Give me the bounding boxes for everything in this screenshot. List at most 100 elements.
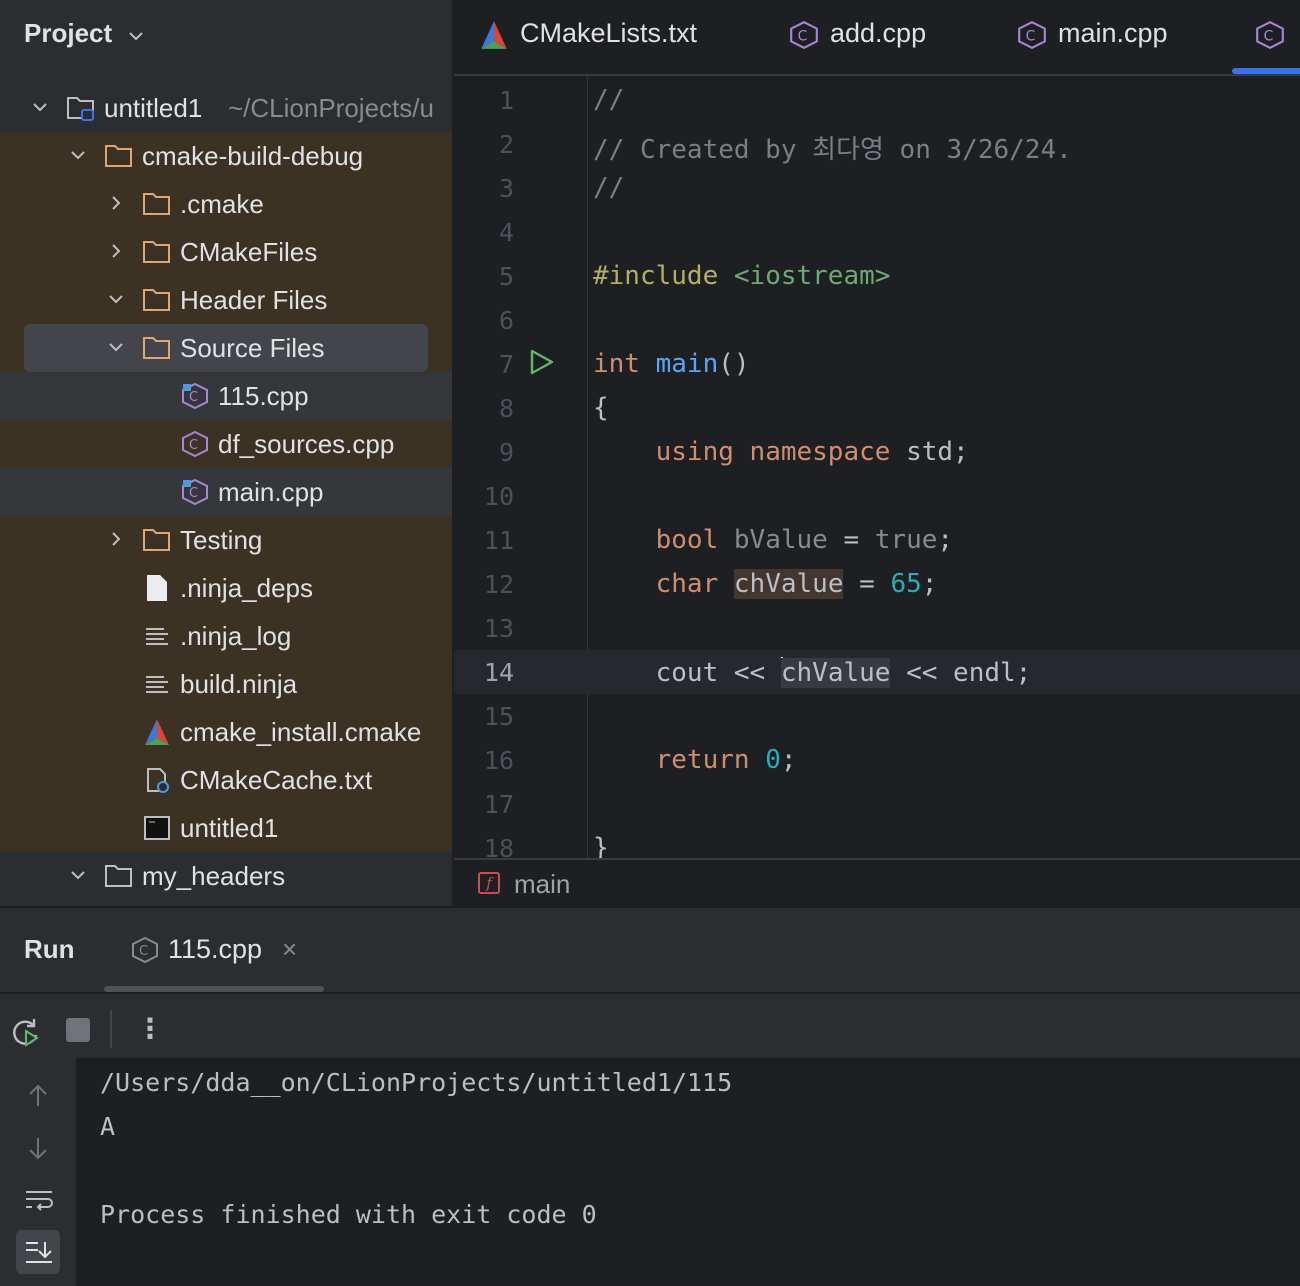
code-line[interactable]: 5 #include <iostream> — [454, 254, 1300, 298]
code-keyword: using namespace — [655, 437, 891, 467]
tree-item-ninja-deps[interactable]: .ninja_deps — [0, 564, 452, 612]
tree-item-label: .ninja_log — [180, 621, 292, 651]
preprocessor-directive: #include — [593, 261, 719, 291]
arrow-up-icon[interactable] — [24, 1082, 52, 1110]
tree-item-ninja-log[interactable]: .ninja_log — [0, 612, 452, 660]
code-text[interactable]: // Created by 최다영 on 3/26/24. — [593, 129, 1072, 166]
tree-item-path-hint: ~/CLionProjects/u — [228, 93, 434, 123]
code-text[interactable]: bool bValue = true; — [593, 525, 953, 555]
chevron-down-icon[interactable] — [126, 26, 146, 46]
console-output[interactable]: /Users/dda__on/CLionProjects/untitled1/1… — [76, 1058, 1300, 1286]
code-line[interactable]: 10 — [454, 474, 1300, 518]
line-number: 15 — [483, 702, 514, 731]
chevron-down-icon[interactable] — [30, 97, 50, 117]
scroll-to-end-icon[interactable] — [24, 1238, 54, 1266]
arrow-down-icon[interactable] — [24, 1134, 52, 1162]
code-line[interactable]: 1 // — [454, 78, 1300, 122]
tree-item-build-ninja[interactable]: build.ninja — [0, 660, 452, 708]
code-text[interactable]: cout << chValue << endl; — [593, 657, 1031, 688]
tree-item-source-files[interactable]: Source Files — [0, 324, 452, 372]
executable-icon — [144, 816, 170, 840]
code-line[interactable]: 13 — [454, 606, 1300, 650]
chevron-down-icon[interactable] — [106, 337, 126, 357]
code-text[interactable]: // — [593, 85, 624, 115]
tree-item-header-files[interactable]: Header Files — [0, 276, 452, 324]
text-file-icon — [146, 676, 168, 693]
cpp-file-icon: C — [182, 478, 208, 506]
code-text[interactable]: // — [593, 173, 624, 203]
line-number: 6 — [498, 306, 514, 335]
code-comment: // — [593, 173, 625, 203]
tree-item-project-root[interactable]: untitled1 ~/CLionProjects/u — [0, 84, 452, 132]
code-text[interactable]: int main() — [593, 349, 750, 379]
tree-item-my-headers[interactable]: my_headers — [0, 852, 452, 900]
code-line[interactable]: 11 bool bValue = true; — [454, 518, 1300, 562]
line-number: 17 — [483, 790, 514, 819]
code-text[interactable]: #include <iostream> — [593, 261, 890, 291]
code-editor[interactable]: 1 // 2 // Created by 최다영 on 3/26/24. 3 /… — [454, 76, 1300, 858]
code-line[interactable]: 16 return 0; — [454, 738, 1300, 782]
code-text[interactable]: { — [593, 393, 609, 423]
code-line[interactable]: 7 int main() — [454, 342, 1300, 386]
code-keyword: bool — [655, 525, 719, 555]
folder-icon — [143, 241, 170, 263]
rerun-icon[interactable] — [10, 1016, 42, 1048]
more-options-icon[interactable]: ⋮ — [136, 1012, 164, 1045]
stop-icon[interactable] — [66, 1018, 90, 1042]
tree-item-cmake-install[interactable]: cmake_install.cmake — [0, 708, 452, 756]
code-comment: // — [593, 85, 625, 115]
breadcrumb-item-main[interactable]: main — [514, 869, 570, 900]
code-text[interactable]: char chValue = 65; — [593, 569, 937, 599]
code-line[interactable]: 12 char chValue = 65; — [454, 562, 1300, 606]
code-text[interactable]: using namespace std; — [593, 437, 969, 467]
code-text[interactable]: } — [593, 833, 609, 858]
code-line[interactable]: 6 — [454, 298, 1300, 342]
tree-item-untitled1-executable[interactable]: untitled1 — [0, 804, 452, 852]
chevron-down-icon[interactable] — [106, 289, 126, 309]
tree-item-cmakefiles[interactable]: CMakeFiles — [0, 228, 452, 276]
code-line[interactable]: 15 — [454, 694, 1300, 738]
tree-item-testing[interactable]: Testing — [0, 516, 452, 564]
code-line[interactable]: 2 // Created by 최다영 on 3/26/24. — [454, 122, 1300, 166]
code-line[interactable]: 8 { — [454, 386, 1300, 430]
code-line[interactable]: 4 — [454, 210, 1300, 254]
unused-variable: bValue — [718, 525, 828, 555]
tree-item-dot-cmake[interactable]: .cmake — [0, 180, 452, 228]
chevron-right-icon[interactable] — [106, 193, 126, 213]
code-text[interactable]: return 0; — [593, 745, 797, 775]
code-token: ; — [780, 745, 797, 775]
tree-item-cmakecache[interactable]: CMakeCache.txt — [0, 756, 452, 804]
tree-item-main-cpp[interactable]: C main.cpp — [0, 468, 452, 516]
tree-item-cmake-build-debug[interactable]: cmake-build-debug — [0, 132, 452, 180]
tree-item-label: .cmake — [180, 189, 264, 219]
chevron-right-icon[interactable] — [106, 241, 126, 261]
close-icon[interactable]: × — [282, 934, 297, 965]
code-line[interactable]: 17 — [454, 782, 1300, 826]
chevron-down-icon[interactable] — [68, 145, 88, 165]
run-gutter-icon[interactable] — [528, 348, 556, 376]
tree-item-df-sources-cpp[interactable]: C df_sources.cpp — [0, 420, 452, 468]
tree-item-label: untitled1 — [180, 813, 279, 843]
chevron-right-icon[interactable] — [106, 529, 126, 549]
cmake-icon — [145, 719, 169, 745]
run-tab-label[interactable]: 115.cpp — [168, 934, 262, 965]
code-keyword: return — [655, 745, 750, 775]
code-line[interactable]: 9 using namespace std; — [454, 430, 1300, 474]
active-tab-indicator — [1232, 68, 1300, 74]
cpp-file-icon: C — [182, 430, 208, 458]
chevron-down-icon[interactable] — [68, 865, 88, 885]
console-line: /Users/dda__on/CLionProjects/untitled1/1… — [100, 1068, 733, 1097]
code-line-current[interactable]: 14 cout << chValue << endl; — [454, 650, 1300, 694]
tree-item-115-cpp[interactable]: C 115.cpp — [0, 372, 452, 420]
tab-label: CMakeLists.txt — [520, 18, 698, 48]
soft-wrap-icon[interactable] — [24, 1186, 54, 1214]
console-line: A — [100, 1112, 116, 1141]
project-panel-title[interactable]: Project — [24, 18, 112, 49]
code-line[interactable]: 3 // — [454, 166, 1300, 210]
tree-item-label: CMakeFiles — [180, 237, 318, 267]
code-token: ; — [921, 569, 938, 599]
code-line[interactable]: 18 } — [454, 826, 1300, 858]
code-token: endl; — [937, 658, 1032, 688]
